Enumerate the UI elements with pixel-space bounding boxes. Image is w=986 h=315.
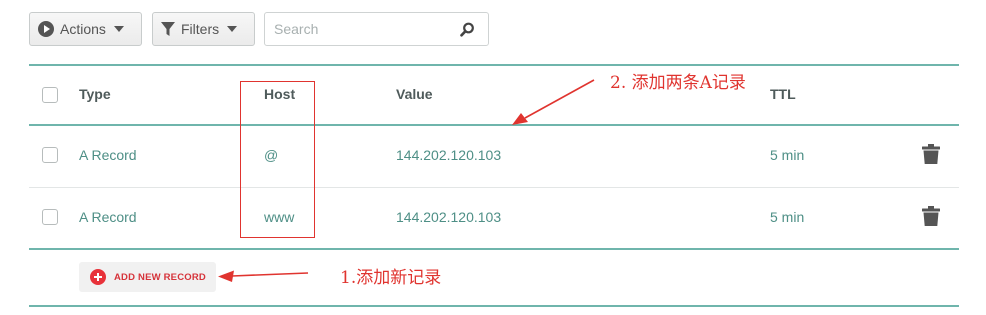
dns-records-page: Actions Filters Type Host Value TTL A Re… xyxy=(0,0,986,315)
annotation-add-two-a-records: 2. 添加两条A记录 xyxy=(610,73,746,93)
annotation-arrows xyxy=(218,79,595,282)
arrow-to-add-record-icon xyxy=(218,270,309,282)
annotation-add-new-record: 1.添加新记录 xyxy=(340,268,442,288)
arrow-to-records-icon xyxy=(512,79,595,125)
